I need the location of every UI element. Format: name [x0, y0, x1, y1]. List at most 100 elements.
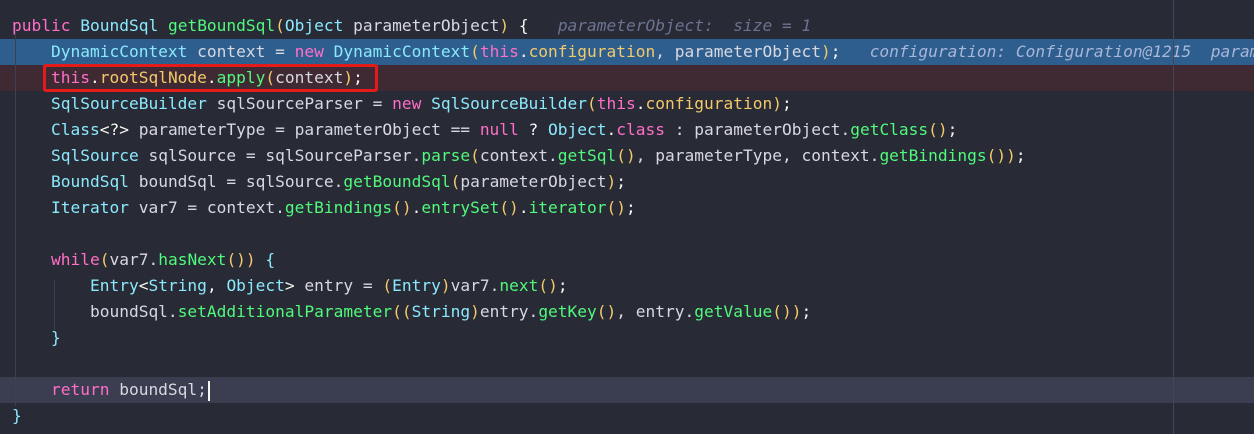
- code-token: (): [499, 198, 519, 217]
- code-token: ): [772, 94, 782, 113]
- code-token: Entry: [392, 276, 441, 295]
- code-token: ): [470, 302, 480, 321]
- code-line[interactable]: SqlSourceBuilder sqlSourceParser = new S…: [0, 91, 1254, 117]
- code-line-text: return boundSql;: [12, 377, 210, 403]
- code-line[interactable]: [0, 221, 1254, 247]
- code-line[interactable]: boundSql.setAdditionalParameter((String)…: [0, 299, 1254, 325]
- code-token: ;: [801, 302, 812, 321]
- code-line[interactable]: }: [0, 403, 1254, 429]
- code-token: DynamicContext: [333, 42, 471, 61]
- code-token: , entry.: [616, 302, 695, 321]
- code-token: (): [928, 120, 948, 139]
- code-token: String: [411, 302, 471, 321]
- code-token: getBindings: [879, 146, 987, 165]
- code-line[interactable]: SqlSource sqlSource = sqlSourceParser.pa…: [0, 143, 1254, 169]
- indent-guide-while: [54, 280, 55, 330]
- code-token: (: [275, 16, 285, 35]
- code-token: boundSql;: [119, 380, 207, 399]
- code-token: entry.: [479, 302, 539, 321]
- code-line[interactable]: DynamicContext context = new DynamicCont…: [0, 39, 1254, 65]
- code-token: .: [411, 198, 422, 217]
- code-token: new: [392, 94, 432, 113]
- code-token: sqlSourceParser =: [216, 94, 393, 113]
- code-token: SqlSourceBuilder: [12, 94, 217, 113]
- annotation-highlight-box: [43, 64, 378, 92]
- code-token: getBoundSql: [167, 16, 276, 35]
- code-line[interactable]: public BoundSql getBoundSql(Object param…: [0, 13, 1254, 39]
- code-token: return: [12, 380, 120, 399]
- code-token: var7 = context.: [138, 198, 285, 217]
- code-token: ;: [616, 172, 627, 191]
- code-token: (: [450, 172, 461, 191]
- code-token: (): [392, 198, 412, 217]
- code-token: SqlSourceBuilder: [431, 94, 588, 113]
- code-line[interactable]: Iterator var7 = context.getBindings().en…: [0, 195, 1254, 221]
- code-token: new: [294, 42, 334, 61]
- right-margin-guide: [1173, 0, 1174, 434]
- code-token: {: [509, 16, 529, 35]
- code-token: (): [606, 198, 627, 217]
- code-token: while: [12, 250, 100, 269]
- code-token: (): [616, 146, 636, 165]
- code-token: (: [587, 94, 597, 113]
- code-token: : parameterObject.: [674, 120, 851, 139]
- code-token: entry =: [304, 276, 383, 295]
- code-token: }: [12, 406, 22, 425]
- code-line-text: Iterator var7 = context.getBindings().en…: [12, 195, 636, 221]
- code-token: BoundSql: [80, 16, 168, 35]
- code-line-text: BoundSql boundSql = sqlSource.getBoundSq…: [12, 169, 626, 195]
- code-token: , parameterType, context.: [635, 146, 880, 165]
- code-token: ): [606, 172, 617, 191]
- code-token: sqlSource = sqlSourceParser.: [148, 146, 422, 165]
- code-token: (: [470, 146, 480, 165]
- code-token: <: [138, 276, 149, 295]
- code-line[interactable]: Class<?> parameterType = parameterObject…: [0, 117, 1254, 143]
- code-token: (): [596, 302, 617, 321]
- code-token: SqlSource: [12, 146, 149, 165]
- code-token: parameterObject: size = 1: [528, 16, 812, 35]
- code-token: class: [616, 120, 675, 139]
- code-line[interactable]: Entry<String, Object> entry = (Entry)var…: [0, 273, 1254, 299]
- code-token: parse: [421, 146, 471, 165]
- code-token: ,: [206, 276, 227, 295]
- code-line-text: DynamicContext context = new DynamicCont…: [12, 39, 1254, 65]
- code-line-text: SqlSource sqlSource = sqlSourceParser.pa…: [12, 143, 1026, 169]
- code-token: ()): [986, 146, 1016, 165]
- code-token: .: [518, 42, 529, 61]
- code-line-text: Class<?> parameterType = parameterObject…: [12, 117, 957, 143]
- code-token: getClass: [850, 120, 929, 139]
- code-token: getSql: [557, 146, 617, 165]
- code-token: var7.: [109, 250, 159, 269]
- indent-guide-method: [15, 26, 16, 406]
- code-token: boundSql = sqlSource.: [138, 172, 344, 191]
- code-token: getKey: [538, 302, 597, 321]
- code-token: (: [382, 276, 393, 295]
- code-token: configuration: Configuration@1215 parame…: [869, 42, 1254, 61]
- code-token: hasNext: [158, 250, 227, 269]
- code-line[interactable]: }: [0, 325, 1254, 351]
- text-caret: [207, 380, 210, 401]
- code-token: (: [470, 42, 480, 61]
- code-token: .: [606, 120, 617, 139]
- code-token: this: [596, 94, 636, 113]
- code-line-text: boundSql.setAdditionalParameter((String)…: [12, 299, 811, 325]
- code-token: <?>: [99, 120, 139, 139]
- code-token: getBindings: [284, 198, 393, 217]
- code-token: {: [255, 250, 276, 269]
- code-token: DynamicContext: [12, 42, 198, 61]
- code-token: BoundSql: [12, 172, 139, 191]
- code-token: ): [499, 16, 510, 35]
- code-token: ()): [772, 302, 802, 321]
- code-token: ;: [947, 120, 958, 139]
- code-line-text: public BoundSql getBoundSql(Object param…: [12, 13, 811, 39]
- code-line[interactable]: while(var7.hasNext()) {: [0, 247, 1254, 273]
- code-token: ;: [1015, 146, 1026, 165]
- code-line-text: Entry<String, Object> entry = (Entry)var…: [12, 273, 568, 299]
- code-token: (): [538, 276, 558, 295]
- code-line[interactable]: return boundSql;: [0, 377, 1254, 403]
- code-token: public: [12, 16, 81, 35]
- code-line[interactable]: BoundSql boundSql = sqlSource.getBoundSq…: [0, 169, 1254, 195]
- code-line[interactable]: [0, 351, 1254, 377]
- code-token: Class: [12, 120, 100, 139]
- code-editor[interactable]: public BoundSql getBoundSql(Object param…: [0, 0, 1254, 434]
